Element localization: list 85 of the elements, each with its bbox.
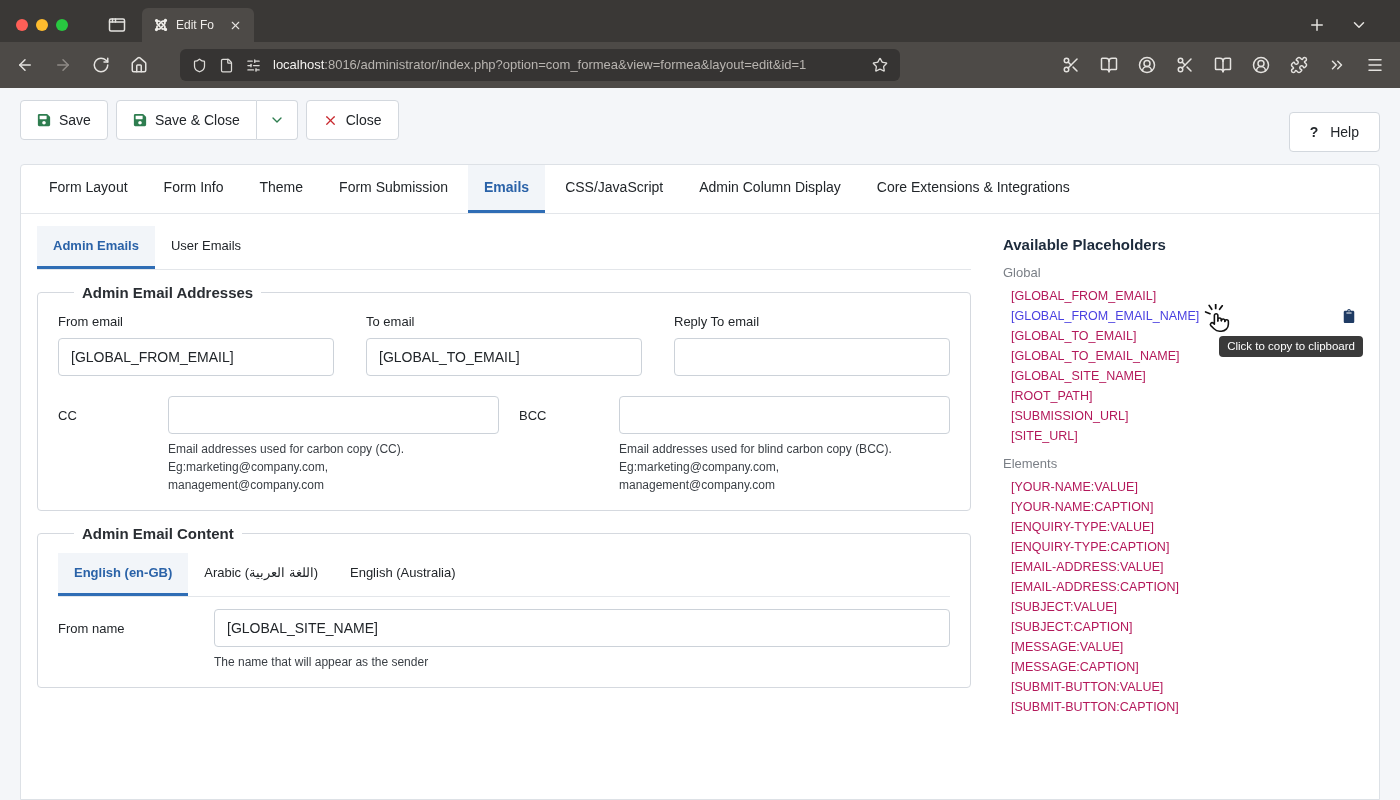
field-label: CC [58,406,77,425]
email-field[interactable]: [GLOBAL_TO_EMAIL] [366,337,642,376]
field-label: Reply To email [674,313,760,331]
name-field[interactable]: [GLOBAL_SITE_NAME] [214,608,950,647]
book-icon[interactable] [1214,56,1232,74]
placeholder-link[interactable]: [GLOBAL_FROM_EMAIL] [1011,286,1157,306]
placeholder-link[interactable]: [ENQUIRY-TYPE:CAPTION] [1011,538,1170,557]
help-button[interactable]: ? Help [1288,112,1380,152]
scissors-icon[interactable] [1176,56,1194,74]
tab[interactable]: Emails [468,165,546,213]
email-field[interactable]: [GLOBAL_FROM_EMAIL] [58,337,334,376]
shield-icon[interactable] [192,57,207,73]
tab[interactable]: Form Info [147,165,240,213]
menu-icon[interactable] [1366,56,1384,74]
help-icon: ? [1309,121,1319,143]
account-icon[interactable] [1252,56,1270,74]
tab[interactable]: Admin Column Display [683,165,857,213]
field-label: BCC [519,406,547,425]
tab[interactable]: Form Submission [323,165,464,213]
tab[interactable]: Core Extensions & Integrations [860,165,1086,213]
tab[interactable]: User Emails [154,226,258,269]
tab[interactable]: Form Layout [33,165,144,213]
site-logo-icon [154,18,168,32]
section-title: Admin Email Content [81,523,235,544]
tab-overview-icon[interactable] [108,16,126,34]
email-field[interactable] [619,395,950,434]
placeholder-link[interactable]: [SUBMISSION_URL] [1011,406,1129,426]
reload-icon[interactable] [92,56,110,74]
field-label: From name [58,619,125,638]
tab[interactable]: English (Australia) [334,553,472,596]
placeholders-title: Available Placeholders [1003,235,1166,255]
clipboard-icon[interactable] [1343,309,1355,323]
save-button[interactable]: Save [20,100,108,140]
tab[interactable]: Arabic (اللغة العربية) [188,553,334,596]
placeholder-link[interactable]: [EMAIL-ADDRESS:CAPTION] [1011,578,1180,597]
new-tab-icon[interactable] [1308,16,1326,34]
field-label: To email [366,313,415,331]
placeholder-link[interactable]: [EMAIL-ADDRESS:VALUE] [1011,558,1164,577]
account-icon[interactable] [1138,56,1156,74]
bookmark-star-icon[interactable] [872,57,888,73]
window-minimize-icon[interactable] [36,19,48,31]
close-button[interactable]: Close [305,100,399,140]
placeholder-link[interactable]: [SUBMIT-BUTTON:VALUE] [1011,678,1164,697]
forward-arrow-icon[interactable] [54,56,72,74]
placeholder-link[interactable]: [SITE_URL] [1011,426,1078,446]
save-close-button[interactable]: Save & Close [115,100,257,140]
tab[interactable]: Theme [243,165,320,213]
group-label: Global [1003,263,1041,282]
browser-tab[interactable]: Edit Fo [142,8,254,42]
address-bar[interactable]: localhost:8016/administrator/index.php?option=com_formea&view=formea&layout=edit&id=1 [180,49,900,81]
placeholder-link[interactable]: [GLOBAL_TO_EMAIL] [1011,326,1137,346]
help-text: The name that will appear as the sender [214,653,429,671]
scissors-icon[interactable] [1062,56,1080,74]
page-icon[interactable] [219,57,234,73]
email-field[interactable] [168,395,499,434]
placeholder-link[interactable]: [MESSAGE:VALUE] [1011,638,1124,657]
tab[interactable]: CSS/JavaScript [549,165,680,213]
placeholder-link[interactable]: [GLOBAL_SITE_NAME] [1011,366,1146,386]
group-label: Elements [1003,455,1058,473]
field-label: From email [58,313,123,331]
extensions-puzzle-icon[interactable] [1290,56,1308,74]
tooltip: Click to copy to clipboard [1219,336,1363,358]
placeholder-link[interactable]: [SUBJECT:CAPTION] [1011,618,1133,637]
tab[interactable]: Admin Emails [37,226,155,269]
placeholder-link[interactable]: [SUBJECT:VALUE] [1011,598,1118,617]
hand-cursor-icon [1203,303,1232,333]
section-title: Admin Email Addresses [81,282,255,303]
home-icon[interactable] [130,56,148,74]
tab[interactable]: English (en-GB) [58,553,189,596]
url-text: localhost:8016/administrator/index.php?option=com_formea&view=formea&layout=edit&id=1 [273,56,807,75]
help-text: Email addresses used for carbon copy (CC). Eg:marketing@company.com, management@company.com [168,440,406,494]
placeholder-link[interactable]: [GLOBAL_TO_EMAIL_NAME] [1011,346,1180,366]
permissions-icon[interactable] [246,57,261,73]
placeholder-link[interactable]: [SUBMIT-BUTTON:CAPTION] [1011,698,1179,717]
placeholder-link[interactable]: [YOUR-NAME:VALUE] [1011,478,1138,497]
window-zoom-icon[interactable] [56,19,68,31]
window-close-icon[interactable] [16,19,28,31]
help-text: Email addresses used for blind carbon copy (BCC). Eg:marketing@company.com, management@company.com [619,440,893,494]
email-field[interactable] [674,337,950,376]
placeholder-link[interactable]: [ENQUIRY-TYPE:VALUE] [1011,518,1154,537]
placeholder-link[interactable]: [MESSAGE:CAPTION] [1011,658,1139,677]
placeholder-link[interactable]: [ROOT_PATH] [1011,386,1093,406]
placeholder-link[interactable]: [GLOBAL_FROM_EMAIL_NAME] [1011,306,1200,326]
placeholder-link[interactable]: [YOUR-NAME:CAPTION] [1011,498,1154,517]
book-icon[interactable] [1100,56,1118,74]
